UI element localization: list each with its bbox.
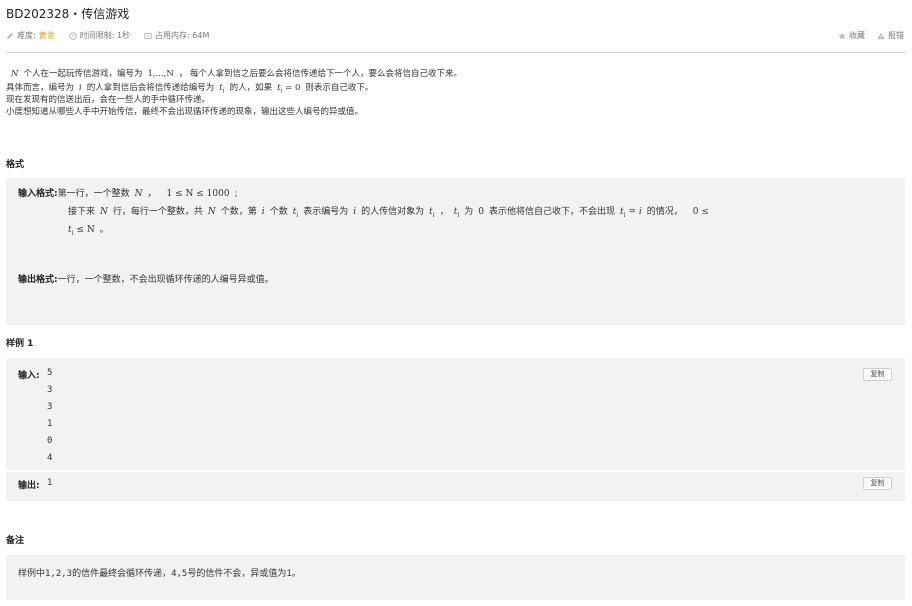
- math-ti: ti: [288, 207, 304, 219]
- text: ;: [234, 189, 238, 199]
- math-i: i: [261, 207, 265, 217]
- math-sub: i: [623, 211, 626, 219]
- input-format-line2: 接下来 N 行，每行一个整数，共 N 个数，第 i 个数 ti 表示编号为 i 的人传信对象为 ti，…: [68, 205, 714, 223]
- description-line: 现在发现有的信送出后，会在一些人的手中循环传递。: [6, 95, 211, 105]
- math-zero: 0: [478, 207, 485, 217]
- sample-output-value: 1: [47, 478, 53, 488]
- memory-icon: [144, 32, 152, 39]
- sample-input-value: 3: [47, 402, 53, 412]
- output-format-line: 输出格式:一行，一个整数，不会出现循环传递的人编号异或值。: [18, 273, 274, 287]
- text: 的人，如果: [229, 83, 273, 93]
- notes-panel: 样例中1,2,3的信件最终会循环传递，4,5号的信件不会，异或值为1。: [6, 555, 905, 600]
- text: 表示编号为: [303, 207, 349, 217]
- sample-input-value: 1: [47, 419, 53, 429]
- format-section-title: 格式: [6, 160, 25, 170]
- description-line: N 个人在一起玩传信游戏，编号为 1,...,N ， 每个人拿到信之后要么会将信传递给…: [6, 66, 906, 82]
- difficulty-label: 难度:: [17, 31, 36, 40]
- math-i: i: [79, 83, 82, 93]
- clock-icon: [68, 31, 77, 40]
- math-eq: = i: [628, 207, 642, 217]
- description-line: 具体而言，编号为 i 的人拿到信后会将信传递给编号为 ti 的人，如果 ti = 0 则表示…: [6, 82, 906, 95]
- text: ，: [147, 189, 157, 199]
- text: 的人传信对象为: [361, 207, 425, 217]
- time-limit: 时间限制: 1秒: [68, 30, 131, 41]
- sample-input-label: 输入:: [18, 371, 40, 381]
- math-sub: i: [71, 229, 74, 237]
- memory-limit-text: 占用内存: 64M: [155, 31, 210, 40]
- math-constraint: 0 ≤: [692, 207, 709, 217]
- math-n: N: [11, 69, 19, 79]
- copy-output-button[interactable]: 复制: [863, 477, 892, 490]
- text: 个数，第: [220, 207, 257, 217]
- text: 个人在一起玩传信游戏，编号为: [23, 69, 143, 79]
- difficulty-value: 黄金: [38, 31, 55, 40]
- input-format-label: 输入格式:: [18, 189, 58, 199]
- difficulty: 难度: 黄金: [6, 30, 55, 41]
- report-button[interactable]: 报错: [877, 30, 904, 41]
- math-ti-eq-0: ti = 0: [272, 83, 305, 95]
- problem-description: N 个人在一起玩传信游戏，编号为 1,...,N ， 每个人拿到信之后要么会将信传递给…: [6, 66, 906, 118]
- math-le: ≤ N: [76, 225, 95, 235]
- text: 具体而言，编号为: [6, 83, 75, 93]
- report-label: 报错: [888, 31, 904, 40]
- text: 行，每行一个整数，共: [112, 207, 203, 217]
- sample-input-value: 5: [47, 368, 53, 378]
- favorite-label: 收藏: [849, 31, 865, 40]
- math-n: N: [207, 207, 216, 217]
- sample-output-label: 输出:: [18, 481, 40, 491]
- text: 个数: [269, 207, 288, 217]
- problem-meta: 难度: 黄金 时间限制: 1秒 占用内存: 64M: [6, 30, 209, 41]
- notes-section-title: 备注: [6, 536, 25, 546]
- text: 接下来: [68, 207, 96, 217]
- input-format-line3: ti ≤ N。: [68, 223, 109, 241]
- text: 为: [464, 207, 474, 217]
- math-n: N: [134, 189, 143, 199]
- math-ti-eq-i: ti = i: [615, 207, 647, 219]
- sample-input-value: 4: [47, 453, 53, 463]
- header-divider: [6, 52, 906, 53]
- text: ， 每个人拿到信之后要么会将信传递给下一个人，要么会将信自己收下来。: [178, 69, 463, 79]
- math-sub: i: [280, 87, 283, 95]
- favorite-button[interactable]: 收藏: [838, 30, 865, 41]
- star-icon: [838, 32, 846, 39]
- text: 表示他将信自己收下，不会出现: [489, 207, 616, 217]
- problem-actions: 收藏 报错: [838, 30, 904, 41]
- math-ti-le-n: ti ≤ N: [68, 225, 100, 237]
- sample-section-title: 样例 1: [6, 339, 34, 349]
- text: 的情况，: [646, 207, 683, 217]
- text: 的人拿到信后会将信传递给编号为: [86, 83, 215, 93]
- pencil-icon: [7, 32, 13, 39]
- sample-input-value: 0: [47, 436, 53, 446]
- text: 第一行，一个整数: [57, 189, 130, 199]
- math-sub: i: [457, 211, 460, 219]
- math-ti: ti: [424, 207, 440, 219]
- notes-text: 样例中1,2,3的信件最终会循环传递，4,5号的信件不会，异或值为1。: [18, 569, 301, 579]
- math-sub: i: [222, 87, 225, 95]
- problem-title: BD202328・传信游戏: [6, 7, 130, 21]
- copy-input-button[interactable]: 复制: [863, 368, 892, 381]
- output-format-label: 输出格式:: [18, 275, 58, 285]
- sample-output-panel: 输出: 1 复制: [6, 472, 905, 501]
- description-line: 小度想知道从哪些人手中开始传信，最终不会出现循环传递的现象，输出这些人编号的异或…: [6, 107, 364, 117]
- text: ，: [439, 207, 449, 217]
- sample-input-panel: 输入: 5 3 3 1 0 4 复制: [6, 358, 905, 470]
- time-limit-text: 时间限制: 1秒: [79, 31, 131, 40]
- math-constraint: 1 ≤ N ≤ 1000: [166, 189, 230, 199]
- format-panel: 输入格式:第一行，一个整数 N ， 1 ≤ N ≤ 1000; 接下来 N 行，每行一个整…: [6, 178, 905, 325]
- math-eq: = 0: [285, 83, 301, 93]
- memory-limit: 占用内存: 64M: [144, 30, 209, 41]
- math-n: N: [100, 207, 108, 217]
- input-format-line1: 输入格式:第一行，一个整数 N ， 1 ≤ N ≤ 1000;: [18, 187, 238, 201]
- text: 则表示自己收下。: [305, 83, 374, 93]
- sample-input-value: 3: [47, 385, 53, 395]
- warning-icon: [877, 32, 885, 39]
- math-sub: i: [432, 211, 435, 219]
- math-i: i: [353, 207, 357, 217]
- text: 。: [99, 225, 109, 235]
- output-format-text: 一行，一个整数，不会出现循环传递的人编号异或值。: [57, 275, 274, 285]
- math-ti: ti: [214, 83, 229, 95]
- math-ti: ti: [449, 207, 465, 219]
- math-sub: i: [296, 211, 299, 219]
- math-range: 1,...,N: [147, 69, 174, 79]
